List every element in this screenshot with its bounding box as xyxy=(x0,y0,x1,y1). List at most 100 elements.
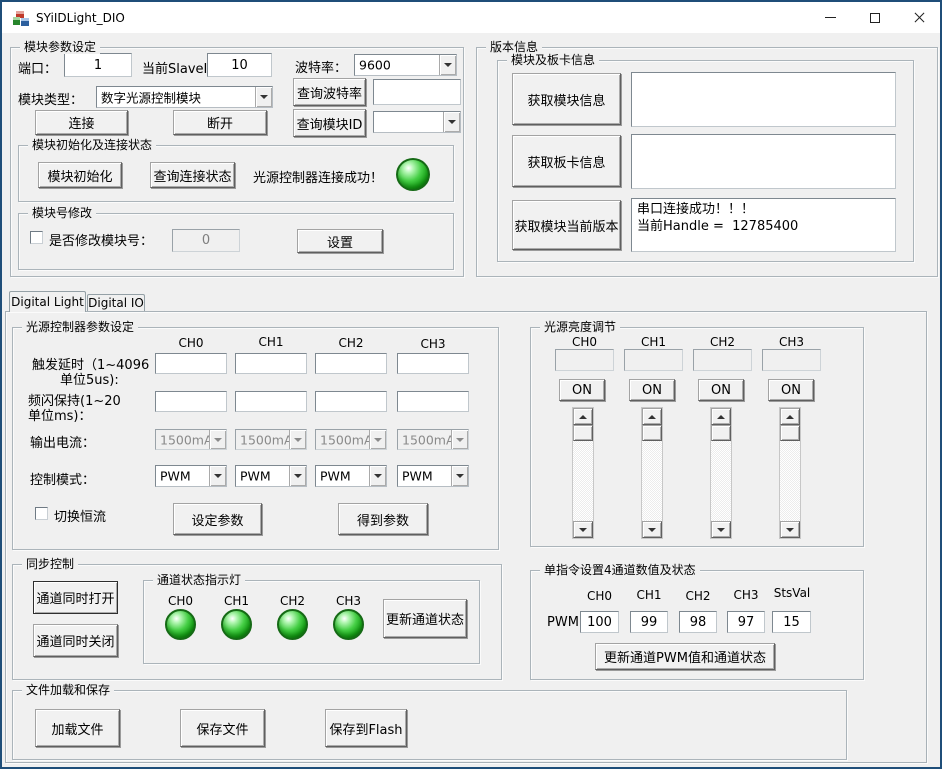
open-all-channels-button[interactable]: 通道同时打开 xyxy=(33,581,118,614)
pwm-ch3-input[interactable] xyxy=(727,611,765,633)
slave-ip-input[interactable] xyxy=(207,53,272,77)
chevron-down-icon[interactable] xyxy=(451,466,468,486)
query-connection-button[interactable]: 查询连接状态 xyxy=(150,162,235,188)
update-channel-status-button[interactable]: 更新通道状态 xyxy=(383,599,467,638)
get-version-button[interactable]: 获取模块当前版本 xyxy=(512,200,621,250)
module-id-select[interactable] xyxy=(373,111,461,133)
version-line2: 当前Handle = 12785400 xyxy=(637,218,890,235)
chevron-down-icon[interactable] xyxy=(289,466,306,486)
chevron-down-icon[interactable] xyxy=(209,466,226,486)
output-current-ch3-select[interactable]: 1500mA xyxy=(397,429,469,450)
port-input[interactable] xyxy=(64,53,132,77)
slider-thumb-ch2[interactable] xyxy=(711,425,731,441)
trigger-delay-ch0-input[interactable] xyxy=(155,353,227,374)
module-board-info-title: 模块及板卡信息 xyxy=(507,53,599,67)
brightness-ch2-input[interactable] xyxy=(693,349,752,371)
control-mode-ch3-value: PWM xyxy=(402,469,433,484)
brightness-slider-ch0[interactable] xyxy=(572,407,594,539)
slider-thumb-ch0[interactable] xyxy=(573,425,593,441)
br-ch2-header: CH2 xyxy=(693,335,752,349)
on-ch3-button[interactable]: ON xyxy=(768,379,814,401)
stsval-input[interactable] xyxy=(772,611,811,633)
arrow-down-icon[interactable] xyxy=(573,521,593,538)
switch-cc-label: 切换恒流 xyxy=(54,506,106,525)
pwm-ch0-input[interactable] xyxy=(580,611,619,633)
query-module-id-button[interactable]: 查询模块ID xyxy=(293,109,366,137)
query-baud-result-input[interactable] xyxy=(373,79,461,105)
control-mode-ch2-value: PWM xyxy=(320,469,351,484)
slider-thumb-ch1[interactable] xyxy=(642,425,662,441)
set-module-number-button[interactable]: 设置 xyxy=(297,229,383,253)
close-button[interactable] xyxy=(896,2,942,33)
output-current-ch2-value: 1500mA xyxy=(320,432,373,447)
arrow-up-icon[interactable] xyxy=(573,408,593,425)
pwm-ch2-input[interactable] xyxy=(679,611,717,633)
pwm-ch1-input[interactable] xyxy=(630,611,668,633)
load-file-button[interactable]: 加载文件 xyxy=(35,709,120,747)
trigger-delay-ch2-input[interactable] xyxy=(315,353,387,374)
strobe-hold-ch0-input[interactable] xyxy=(155,391,227,412)
modify-module-checkbox[interactable] xyxy=(30,231,43,244)
output-current-ch1-select[interactable]: 1500mA xyxy=(235,429,307,450)
trigger-delay-ch1-input[interactable] xyxy=(235,353,307,374)
version-info-title: 版本信息 xyxy=(486,40,542,54)
control-mode-ch1-value: PWM xyxy=(240,469,271,484)
strobe-hold-ch1-input[interactable] xyxy=(235,391,307,412)
maximize-button[interactable] xyxy=(852,2,897,33)
arrow-down-icon[interactable] xyxy=(642,521,662,538)
chevron-down-icon[interactable] xyxy=(443,112,460,132)
save-file-button[interactable]: 保存文件 xyxy=(180,709,265,747)
on-ch0-button[interactable]: ON xyxy=(559,379,605,401)
save-to-flash-button[interactable]: 保存到Flash xyxy=(325,709,407,747)
chevron-down-icon[interactable] xyxy=(439,55,456,75)
chevron-down-icon[interactable] xyxy=(369,466,386,486)
arrow-up-icon[interactable] xyxy=(711,408,731,425)
disconnect-button[interactable]: 断开 xyxy=(173,110,267,135)
strobe-hold-ch2-input[interactable] xyxy=(315,391,387,412)
get-board-info-button[interactable]: 获取板卡信息 xyxy=(512,135,621,187)
arrow-up-icon[interactable] xyxy=(780,408,800,425)
module-init-button[interactable]: 模块初始化 xyxy=(38,162,122,188)
connection-status-text: 光源控制器连接成功！ xyxy=(253,167,383,186)
brightness-ch1-input[interactable] xyxy=(624,349,683,371)
control-mode-ch0-select[interactable]: PWM xyxy=(155,465,227,487)
get-module-info-button[interactable]: 获取模块信息 xyxy=(512,73,621,125)
trigger-delay-ch3-input[interactable] xyxy=(397,353,469,374)
brightness-slider-ch2[interactable] xyxy=(710,407,732,539)
tab-digital-io[interactable]: Digital IO xyxy=(87,294,145,312)
sc-ch1-header: CH1 xyxy=(630,588,668,602)
baud-select[interactable]: 9600 xyxy=(354,54,457,76)
connect-button[interactable]: 连接 xyxy=(35,110,128,135)
control-mode-ch2-select[interactable]: PWM xyxy=(315,465,387,487)
brightness-slider-ch3[interactable] xyxy=(779,407,801,539)
module-type-select[interactable]: 数字光源控制模块 xyxy=(96,86,273,108)
on-ch1-button[interactable]: ON xyxy=(629,379,675,401)
tab-digital-light[interactable]: Digital Light xyxy=(9,291,86,312)
set-params-button[interactable]: 设定参数 xyxy=(173,503,262,535)
output-current-ch2-select[interactable]: 1500mA xyxy=(315,429,387,450)
on-ch2-button[interactable]: ON xyxy=(698,379,744,401)
chevron-down-icon xyxy=(209,430,226,449)
arrow-up-icon[interactable] xyxy=(642,408,662,425)
strobe-hold-ch3-input[interactable] xyxy=(397,391,469,412)
chevron-down-icon xyxy=(369,430,386,449)
close-all-channels-button[interactable]: 通道同时关闭 xyxy=(33,624,118,657)
control-mode-ch1-select[interactable]: PWM xyxy=(235,465,307,487)
get-params-button[interactable]: 得到参数 xyxy=(338,503,428,535)
brightness-ch3-input[interactable] xyxy=(762,349,821,371)
arrow-down-icon[interactable] xyxy=(711,521,731,538)
update-pwm-status-button[interactable]: 更新通道PWM值和通道状态 xyxy=(595,643,775,670)
switch-cc-checkbox[interactable] xyxy=(35,507,48,520)
query-baud-button[interactable]: 查询波特率 xyxy=(293,78,366,106)
control-mode-ch3-select[interactable]: PWM xyxy=(397,465,469,487)
chevron-down-icon[interactable] xyxy=(255,87,272,107)
arrow-down-icon[interactable] xyxy=(780,521,800,538)
brightness-slider-ch1[interactable] xyxy=(641,407,663,539)
brightness-ch0-input[interactable] xyxy=(555,349,614,371)
output-current-ch0-select[interactable]: 1500mA xyxy=(155,429,227,450)
control-mode-ch0-value: PWM xyxy=(160,469,191,484)
slider-thumb-ch3[interactable] xyxy=(780,425,800,441)
minimize-button[interactable] xyxy=(808,2,853,33)
module-type-label: 模块类型： xyxy=(18,89,83,108)
module-number-input[interactable] xyxy=(172,229,240,252)
